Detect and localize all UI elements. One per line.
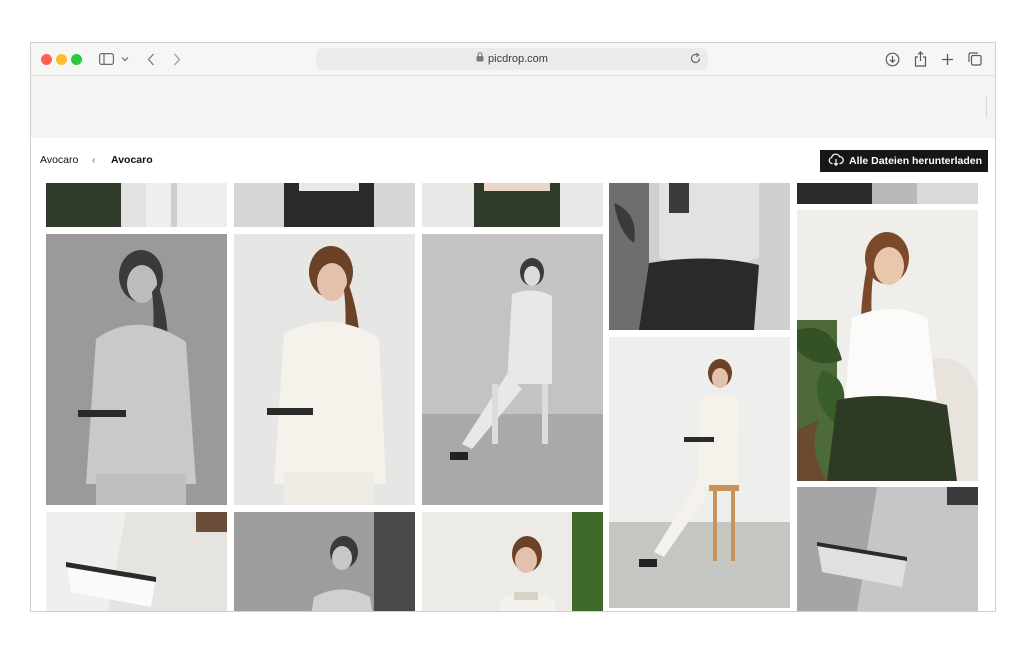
browser-window: picdrop.com Avocaro ‹ Avocaro Alle Datei…: [30, 42, 996, 612]
gallery-photo[interactable]: [797, 183, 978, 204]
back-icon[interactable]: [144, 48, 158, 70]
gallery-photo[interactable]: [609, 337, 790, 608]
breadcrumb-current: Avocaro: [111, 154, 153, 166]
breadcrumb-separator: ‹: [92, 154, 96, 166]
gallery-photo[interactable]: [46, 512, 227, 611]
page-content: Avocaro ‹ Avocaro Alle Dateien herunterl…: [31, 138, 995, 611]
forward-icon[interactable]: [170, 48, 184, 70]
address-bar[interactable]: picdrop.com: [316, 48, 708, 70]
browser-titlebar: picdrop.com: [31, 43, 995, 76]
zoom-window-button[interactable]: [71, 54, 82, 65]
gallery-photo[interactable]: [422, 512, 603, 611]
gallery-photo[interactable]: [422, 234, 603, 505]
gallery-photo[interactable]: [609, 183, 790, 330]
gallery-photo[interactable]: [234, 234, 415, 505]
chevron-down-icon[interactable]: [120, 48, 130, 70]
sidebar-icon[interactable]: [97, 48, 115, 70]
gallery-photo[interactable]: [46, 234, 227, 505]
gallery-photo[interactable]: [234, 183, 415, 227]
tabs-overview-icon[interactable]: [966, 48, 984, 70]
gallery-photo[interactable]: [422, 183, 603, 227]
close-window-button[interactable]: [41, 54, 52, 65]
reload-icon[interactable]: [689, 52, 702, 70]
gallery-photo[interactable]: [797, 487, 978, 611]
share-icon[interactable]: [911, 48, 929, 70]
gallery-photo[interactable]: [234, 512, 415, 611]
page-header-area: [31, 76, 995, 138]
header-divider: [986, 96, 987, 118]
cloud-download-icon: [828, 153, 849, 169]
download-all-label: Alle Dateien herunterladen: [849, 155, 983, 167]
photo-grid: [31, 183, 995, 611]
lock-icon: [476, 48, 484, 70]
gallery-photo[interactable]: [46, 183, 227, 227]
new-tab-icon[interactable]: [938, 48, 956, 70]
download-icon[interactable]: [883, 48, 901, 70]
gallery-photo[interactable]: [797, 210, 978, 481]
download-all-button[interactable]: Alle Dateien herunterladen: [820, 150, 988, 172]
url-text: picdrop.com: [488, 53, 548, 65]
gallery-header: Avocaro ‹ Avocaro Alle Dateien herunterl…: [31, 138, 995, 183]
breadcrumb-root[interactable]: Avocaro: [40, 154, 78, 166]
minimize-window-button[interactable]: [56, 54, 67, 65]
